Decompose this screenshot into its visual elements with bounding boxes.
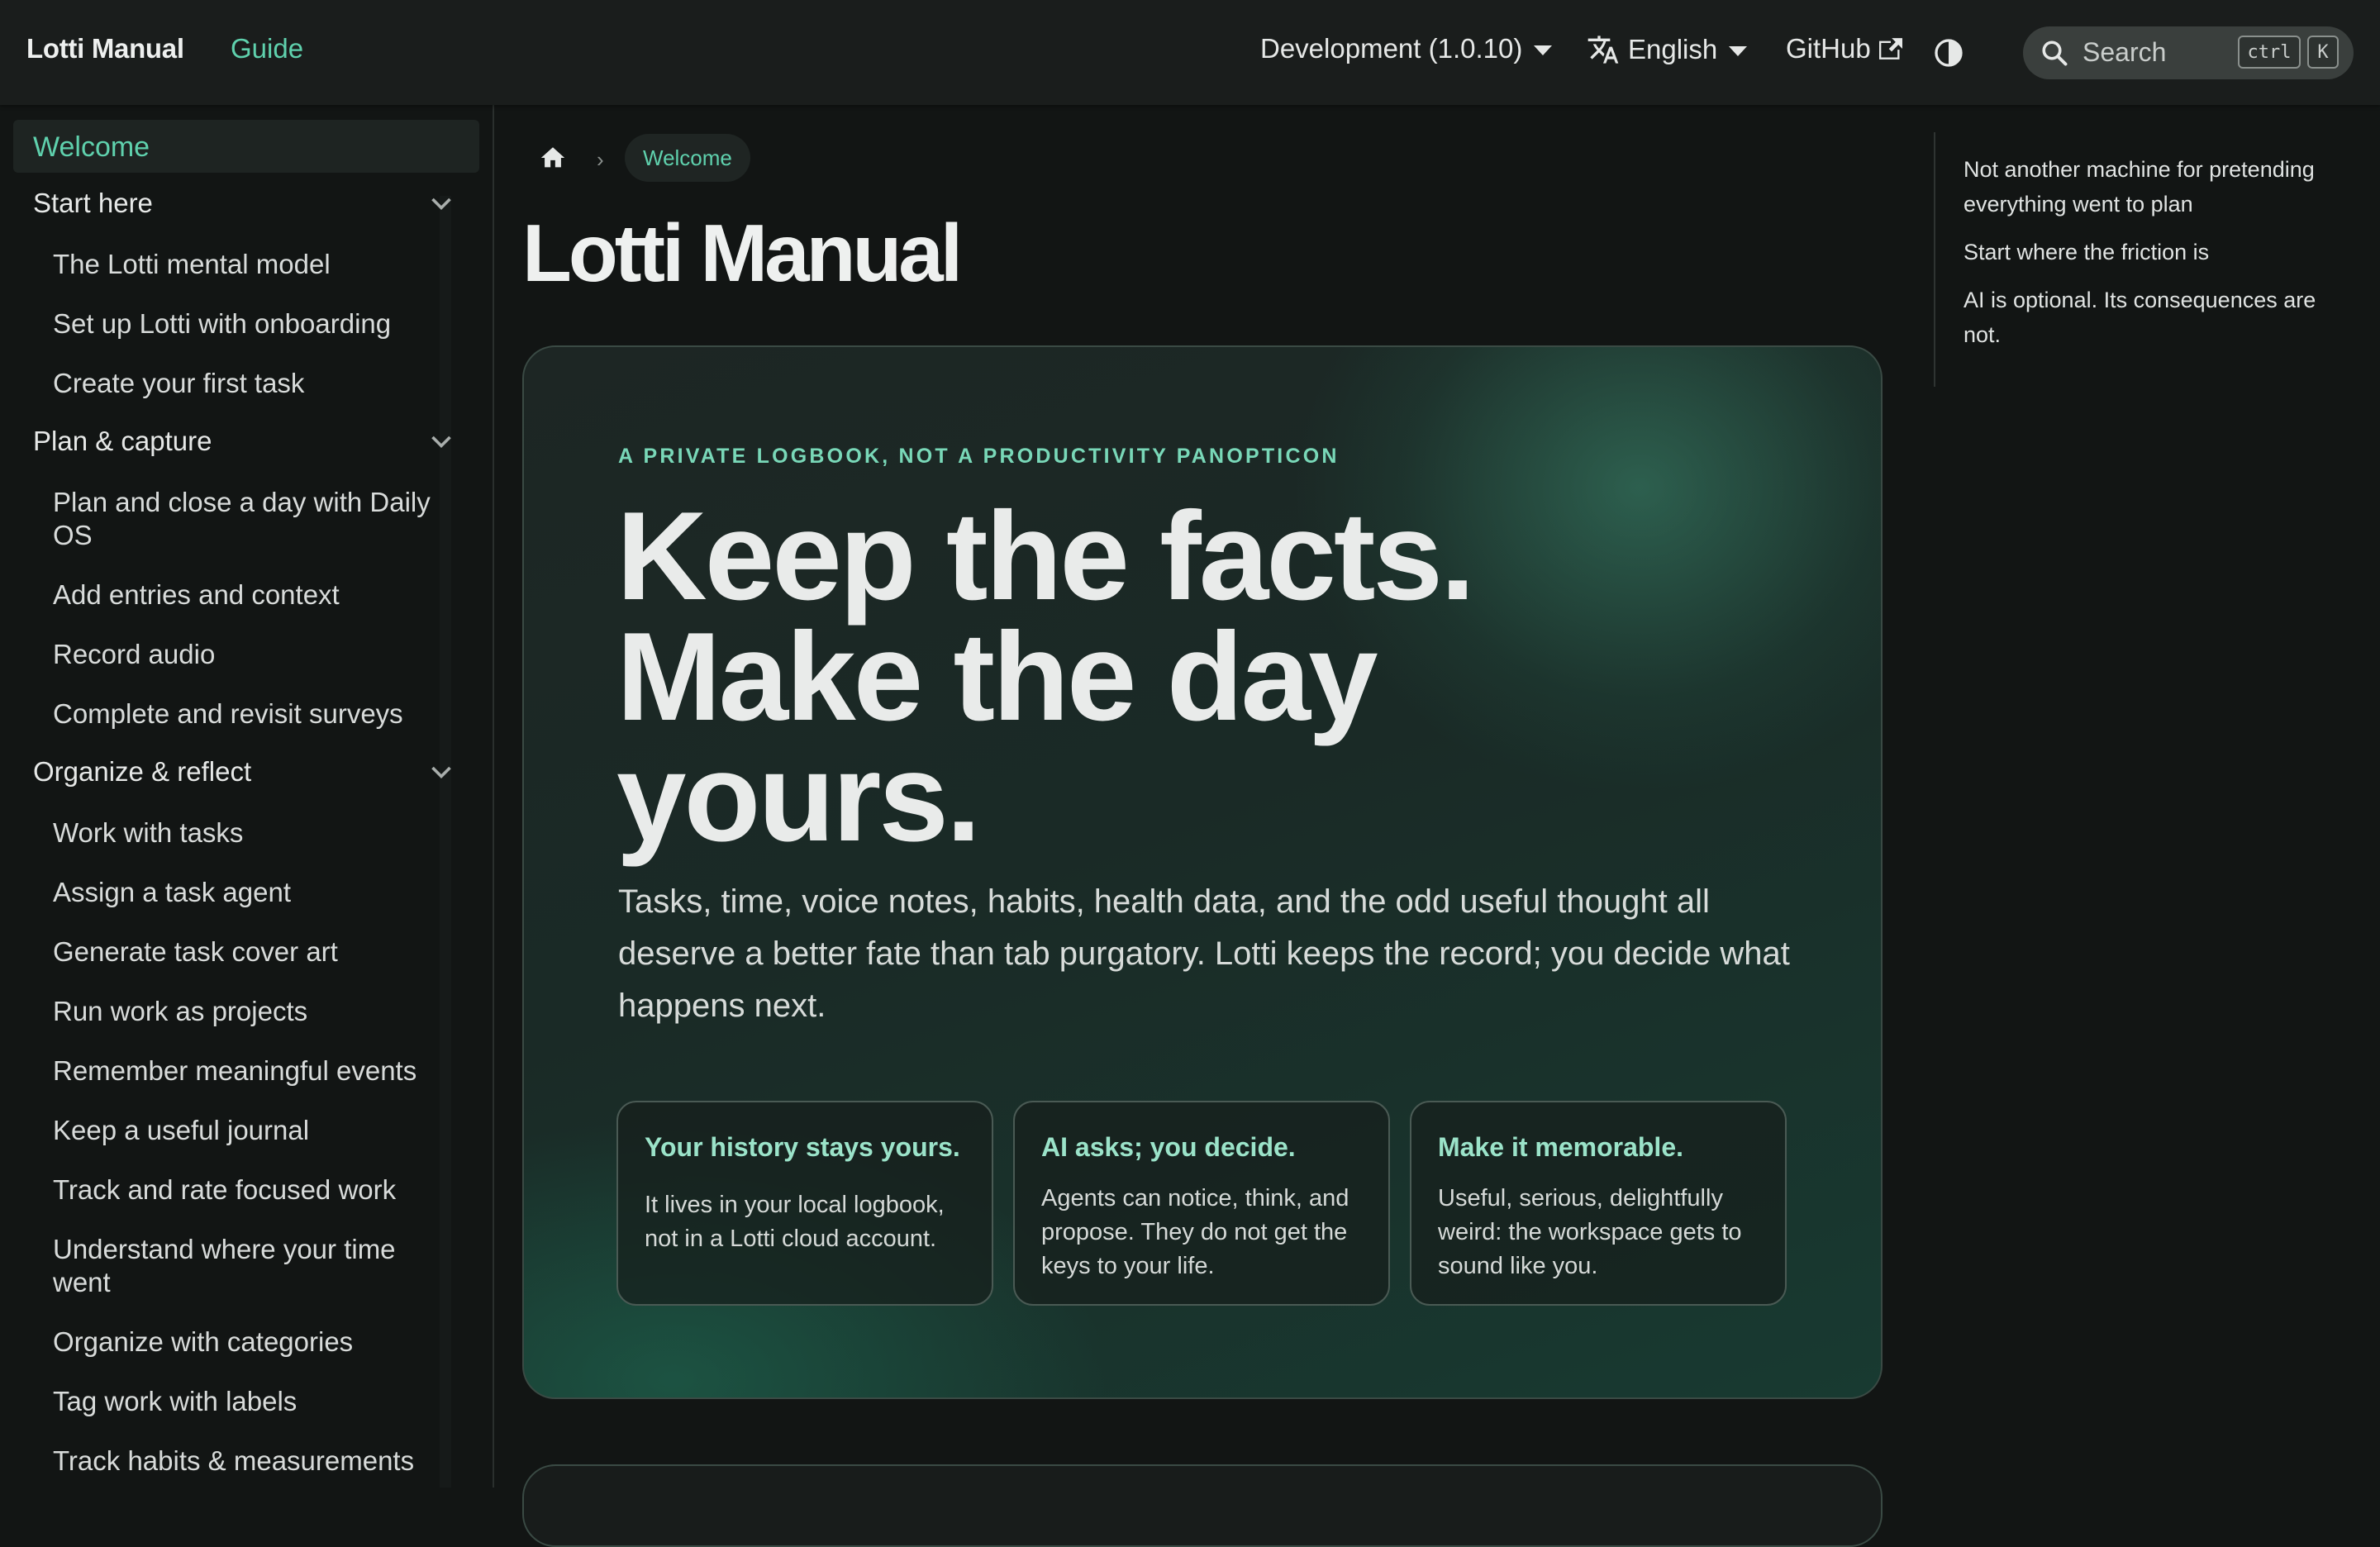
hero-title-line: yours. — [616, 727, 981, 868]
sidebar-item-focused-work[interactable]: Track and rate focused work — [53, 1173, 441, 1207]
sidebar-item-tasks[interactable]: Work with tasks — [53, 816, 441, 850]
sidebar-item-events[interactable]: Remember meaningful events — [53, 1054, 441, 1088]
nav-link-guide[interactable]: Guide — [231, 33, 303, 64]
language-label: English — [1628, 34, 1718, 64]
sidebar-category-plan-capture[interactable]: Plan & capture — [33, 426, 212, 457]
feature-card-title: Make it memorable. — [1438, 1132, 1683, 1162]
github-label: GitHub — [1786, 33, 1871, 64]
sidebar-item-welcome[interactable]: Welcome — [13, 120, 479, 173]
translate-icon — [1587, 36, 1619, 64]
external-link-icon — [1878, 38, 1902, 60]
search-icon — [2042, 40, 2068, 66]
sidebar-item-daily-os[interactable]: Plan and close a day with Daily OS — [53, 486, 441, 552]
sidebar-category-start-here[interactable]: Start here — [33, 188, 153, 219]
sidebar-item-first-task[interactable]: Create your first task — [53, 367, 441, 400]
sidebar-item-onboarding[interactable]: Set up Lotti with onboarding — [53, 307, 441, 340]
feature-card-body: Agents can notice, think, and propose. T… — [1041, 1185, 1349, 1279]
version-label: Development (1.0.10) — [1260, 33, 1523, 64]
language-dropdown[interactable]: English — [1587, 33, 1748, 66]
sidebar-item-entries[interactable]: Add entries and context — [53, 578, 441, 612]
hero-title-line: Make the day — [616, 607, 1378, 747]
sidebar-item-categories[interactable]: Organize with categories — [53, 1326, 441, 1359]
hero-title: Keep the facts. Make the day yours. — [616, 486, 1691, 868]
sidebar-item-mental-model[interactable]: The Lotti mental model — [53, 248, 441, 281]
sidebar-item-habits[interactable]: Track habits & measurements — [53, 1445, 441, 1478]
feature-card-ai: AI asks; you decide. Agents can notice, … — [1013, 1101, 1390, 1306]
sidebar-category-organize-reflect[interactable]: Organize & reflect — [33, 756, 251, 788]
sidebar-item-cover-art[interactable]: Generate task cover art — [53, 935, 441, 969]
sidebar-item-projects[interactable]: Run work as projects — [53, 995, 441, 1028]
search-placeholder: Search — [2082, 37, 2167, 67]
feature-card-body: It lives in your local logbook, not in a… — [645, 1192, 945, 1252]
breadcrumb-separator-icon: › — [597, 147, 604, 172]
sidebar-scrollbar[interactable] — [440, 196, 451, 1488]
hero-eyebrow: A PRIVATE LOGBOOK, NOT A PRODUCTIVITY PA… — [618, 445, 1340, 468]
toc-link[interactable]: Not another machine for pretending every… — [1963, 152, 2344, 221]
hero-lead: Tasks, time, voice notes, habits, health… — [618, 883, 1790, 1024]
breadcrumb-current: Welcome — [625, 134, 750, 182]
feature-card-title: Your history stays yours. — [645, 1132, 960, 1162]
home-icon[interactable] — [539, 144, 567, 172]
version-dropdown[interactable]: Development (1.0.10) — [1260, 33, 1553, 64]
feature-card-title: AI asks; you decide. — [1041, 1132, 1296, 1162]
github-link[interactable]: GitHub — [1786, 33, 1902, 64]
site-brand[interactable]: Lotti Manual — [26, 33, 184, 64]
chevron-down-icon — [1534, 45, 1553, 55]
docs-sidebar: Welcome Start here The Lotti mental mode… — [0, 105, 494, 1488]
chevron-down-icon[interactable] — [426, 427, 456, 457]
feature-card-body: Useful, serious, delightfully weird: the… — [1438, 1185, 1742, 1279]
top-navbar: Lotti Manual Guide Development (1.0.10) … — [0, 0, 2380, 105]
sidebar-item-task-agent[interactable]: Assign a task agent — [53, 876, 441, 909]
search-button[interactable]: Search ctrl K — [2023, 26, 2354, 79]
page-title: Lotti Manual — [522, 207, 963, 298]
shortcut-key-ctrl: ctrl — [2238, 36, 2301, 69]
sidebar-item-labels[interactable]: Tag work with labels — [53, 1385, 441, 1418]
table-of-contents: Not another machine for pretending every… — [1934, 132, 2347, 387]
theme-toggle-icon[interactable] — [1934, 38, 1963, 68]
hero-title-line: Keep the facts. — [616, 486, 1475, 626]
next-section-panel — [522, 1464, 1883, 1547]
shortcut-key-k: K — [2307, 36, 2339, 69]
feature-card-history: Your history stays yours. It lives in yo… — [616, 1101, 993, 1306]
toc-link[interactable]: Start where the friction is — [1963, 235, 2344, 269]
sidebar-item-record-audio[interactable]: Record audio — [53, 638, 441, 671]
sidebar-item-surveys[interactable]: Complete and revisit surveys — [53, 697, 441, 731]
feature-card-memorable: Make it memorable. Useful, serious, deli… — [1410, 1101, 1787, 1306]
chevron-down-icon — [1729, 46, 1748, 56]
chevron-down-icon[interactable] — [426, 758, 456, 788]
toc-link[interactable]: AI is optional. Its consequences are not… — [1963, 283, 2344, 352]
hero-panel: A PRIVATE LOGBOOK, NOT A PRODUCTIVITY PA… — [522, 345, 1883, 1399]
chevron-down-icon[interactable] — [426, 189, 456, 219]
sidebar-item-journal[interactable]: Keep a useful journal — [53, 1114, 441, 1147]
sidebar-item-time-went[interactable]: Understand where your time went — [53, 1233, 441, 1299]
